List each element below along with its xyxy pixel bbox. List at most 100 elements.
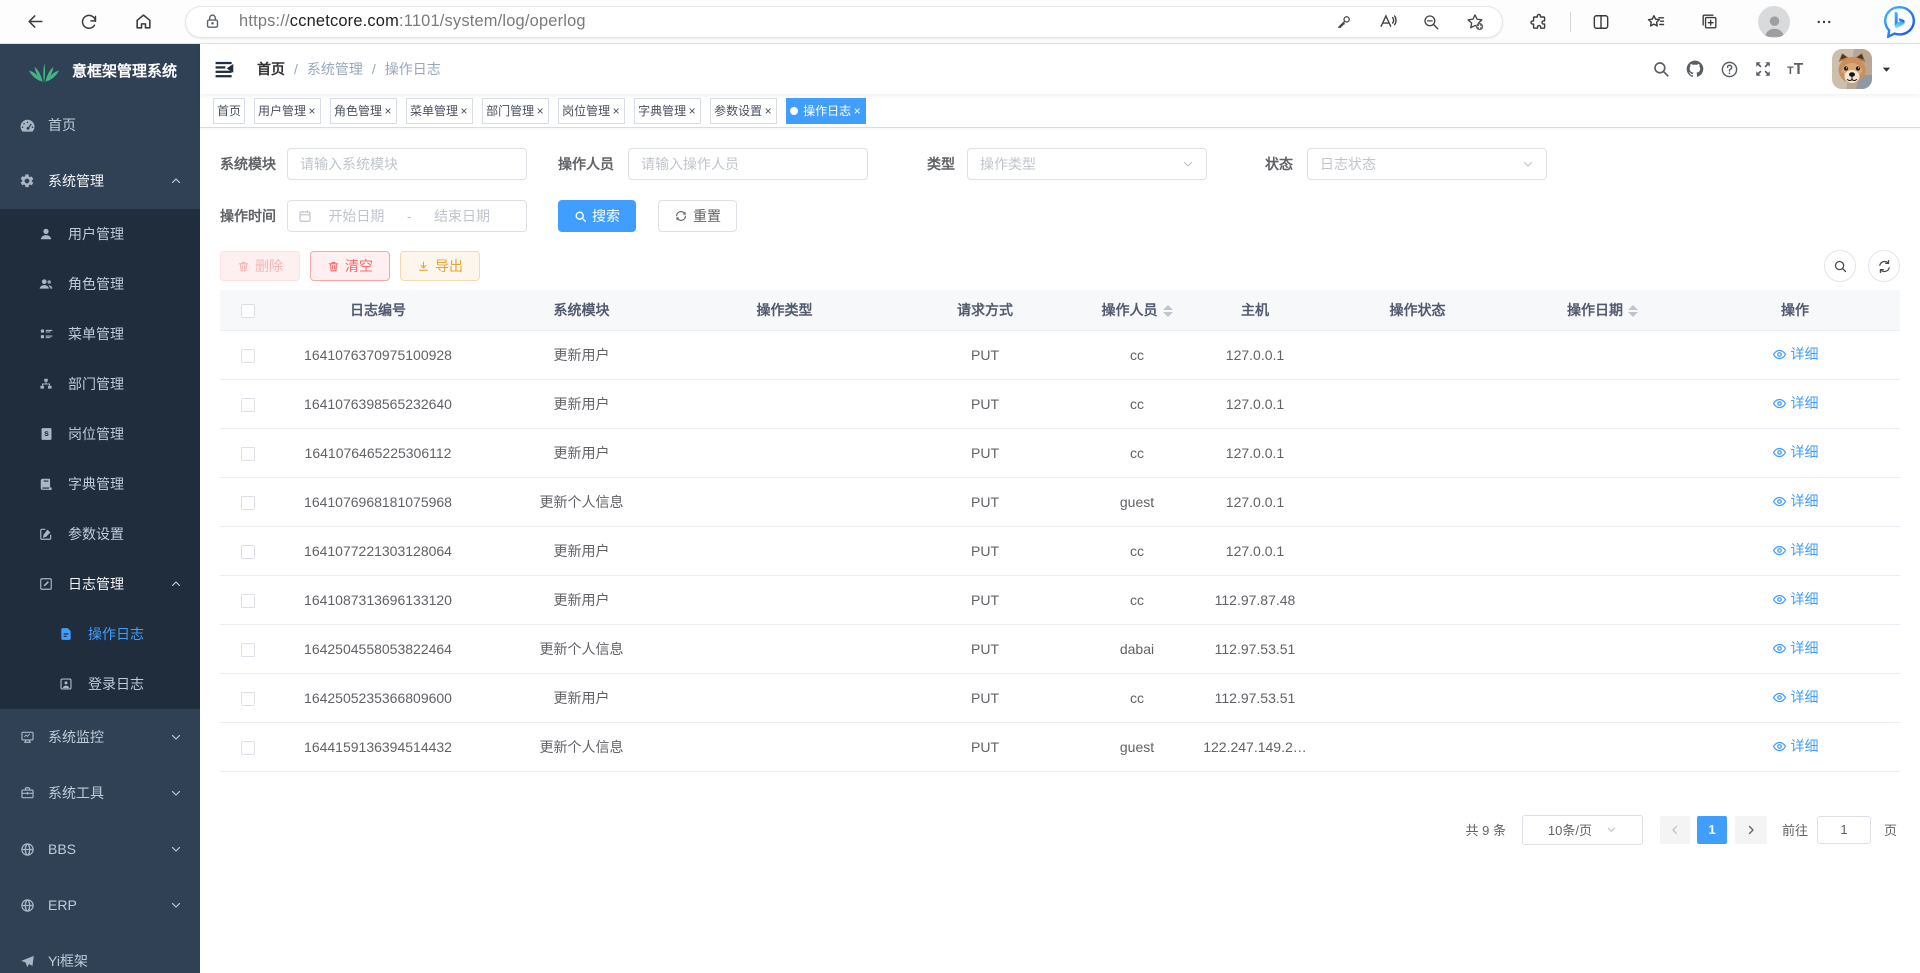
bing-chat-button[interactable] <box>1882 5 1916 39</box>
row-checkbox[interactable] <box>241 692 255 706</box>
show-search-toggle-button[interactable] <box>1824 250 1856 282</box>
detail-link[interactable]: 详细 <box>1772 589 1819 609</box>
detail-link[interactable]: 详细 <box>1772 393 1819 413</box>
avatar-caret-button[interactable] <box>1881 64 1892 75</box>
favorites-button[interactable] <box>1639 5 1673 39</box>
tab-close-icon[interactable]: × <box>383 103 393 119</box>
tab-home[interactable]: 首页 <box>213 98 245 124</box>
sidebar-item-menu-management[interactable]: 菜单管理 <box>0 309 200 359</box>
font-size-button[interactable]: TT <box>1780 44 1814 94</box>
split-screen-button[interactable] <box>1584 5 1618 39</box>
row-checkbox[interactable] <box>241 496 255 510</box>
row-checkbox[interactable] <box>241 398 255 412</box>
column-header-date[interactable]: 操作日期 <box>1515 290 1690 330</box>
tab-close-icon[interactable]: × <box>307 103 317 119</box>
tab-close-icon[interactable]: × <box>852 103 862 119</box>
page-size-select[interactable]: 10条/页 <box>1522 815 1643 845</box>
sidebar-item-yi-framework[interactable]: Yi框架 <box>0 933 200 973</box>
sidebar-item-dictionary-management[interactable]: 字典管理 <box>0 459 200 509</box>
detail-link[interactable]: 详细 <box>1772 491 1819 511</box>
row-checkbox[interactable] <box>241 643 255 657</box>
tab-dictionary-management[interactable]: 字典管理× <box>634 98 701 124</box>
sidebar-item-department-management[interactable]: 部门管理 <box>0 359 200 409</box>
module-filter-input[interactable] <box>300 156 514 172</box>
status-filter-select[interactable]: 日志状态 <box>1307 148 1547 180</box>
sidebar-item-log-management[interactable]: 日志管理 <box>0 559 200 609</box>
row-checkbox[interactable] <box>241 594 255 608</box>
sidebar-item-operation-log[interactable]: 操作日志 <box>0 609 200 659</box>
select-all-checkbox[interactable] <box>241 304 255 318</box>
help-button[interactable] <box>1712 44 1746 94</box>
row-checkbox[interactable] <box>241 741 255 755</box>
detail-link[interactable]: 详细 <box>1772 442 1819 462</box>
github-button[interactable] <box>1678 44 1712 94</box>
sidebar-item-erp[interactable]: ERP <box>0 877 200 933</box>
tab-user-management[interactable]: 用户管理× <box>254 98 321 124</box>
type-filter-select[interactable]: 操作类型 <box>967 148 1207 180</box>
sidebar-item-home[interactable]: 首页 <box>0 97 200 153</box>
next-page-button[interactable] <box>1735 816 1767 844</box>
detail-link[interactable]: 详细 <box>1772 344 1819 364</box>
tab-close-icon[interactable]: × <box>763 103 773 119</box>
app-logo[interactable]: 意框架管理系统 <box>0 44 200 97</box>
tab-department-management[interactable]: 部门管理× <box>482 98 549 124</box>
table-body: 1641076370975100928 更新用户 PUT cc 127.0.0.… <box>220 330 1900 771</box>
breadcrumb-home[interactable]: 首页 <box>257 59 285 79</box>
page-number-1[interactable]: 1 <box>1697 816 1727 844</box>
zoom-out-icon[interactable] <box>1422 13 1440 31</box>
row-checkbox[interactable] <box>241 447 255 461</box>
column-header-operator[interactable]: 操作人员 <box>1084 290 1190 330</box>
sidebar-item-post-management[interactable]: 岗位管理 <box>0 409 200 459</box>
extensions-button[interactable] <box>1522 5 1556 39</box>
date-range-picker[interactable]: 开始日期 - 结束日期 <box>287 200 527 232</box>
browser-home-button[interactable] <box>126 5 160 39</box>
refresh-table-button[interactable] <box>1868 250 1900 282</box>
goto-page-input[interactable] <box>1817 816 1871 844</box>
browser-profile-avatar[interactable] <box>1758 6 1790 38</box>
detail-link[interactable]: 详细 <box>1772 638 1819 658</box>
tab-close-icon[interactable]: × <box>611 103 621 119</box>
sidebar-item-parameter-settings[interactable]: 参数设置 <box>0 509 200 559</box>
sidebar-item-user-management[interactable]: 用户管理 <box>0 209 200 259</box>
prev-page-button[interactable] <box>1660 816 1690 844</box>
clear-button[interactable]: 清空 <box>310 251 390 281</box>
fullscreen-button[interactable] <box>1746 44 1780 94</box>
row-checkbox[interactable] <box>241 349 255 363</box>
tab-menu-management[interactable]: 菜单管理× <box>406 98 473 124</box>
sidebar-item-role-management[interactable]: 角色管理 <box>0 259 200 309</box>
tab-post-management[interactable]: 岗位管理× <box>558 98 625 124</box>
tab-operation-log[interactable]: 操作日志× <box>786 98 866 124</box>
add-favorite-icon[interactable] <box>1465 12 1485 32</box>
tab-role-management[interactable]: 角色管理× <box>330 98 397 124</box>
tab-close-icon[interactable]: × <box>459 103 469 119</box>
tab-close-icon[interactable]: × <box>535 103 545 119</box>
tab-parameter-settings[interactable]: 参数设置× <box>710 98 777 124</box>
delete-button[interactable]: 删除 <box>220 251 300 281</box>
detail-link[interactable]: 详细 <box>1772 736 1819 756</box>
user-avatar[interactable] <box>1832 49 1872 89</box>
password-key-icon[interactable] <box>1335 13 1353 31</box>
row-checkbox[interactable] <box>241 545 255 559</box>
detail-link[interactable]: 详细 <box>1772 540 1819 560</box>
sidebar-item-system-tools[interactable]: 系统工具 <box>0 765 200 821</box>
tab-close-icon[interactable]: × <box>687 103 697 119</box>
sidebar-item-system-management[interactable]: 系统管理 <box>0 153 200 209</box>
search-button[interactable]: 搜索 <box>558 200 636 232</box>
browser-menu-button[interactable] <box>1807 5 1841 39</box>
collections-button[interactable] <box>1692 5 1726 39</box>
sidebar-item-login-log[interactable]: 登录日志 <box>0 659 200 709</box>
export-button[interactable]: 导出 <box>400 251 480 281</box>
sort-caret-icon[interactable] <box>1163 305 1173 317</box>
reset-button[interactable]: 重置 <box>658 200 737 232</box>
sidebar-toggle-button[interactable] <box>200 44 249 94</box>
header-search-button[interactable] <box>1644 44 1678 94</box>
browser-refresh-button[interactable] <box>72 5 106 39</box>
sort-caret-icon[interactable] <box>1628 305 1638 317</box>
sidebar-item-bbs[interactable]: BBS <box>0 821 200 877</box>
detail-link[interactable]: 详细 <box>1772 687 1819 707</box>
read-aloud-icon[interactable] <box>1378 12 1397 31</box>
sidebar-item-system-monitor[interactable]: 系统监控 <box>0 709 200 765</box>
browser-back-button[interactable] <box>18 5 52 39</box>
operator-filter-input[interactable] <box>641 156 855 172</box>
address-bar[interactable]: https://ccnetcore.com:1101/system/log/op… <box>185 6 1503 38</box>
